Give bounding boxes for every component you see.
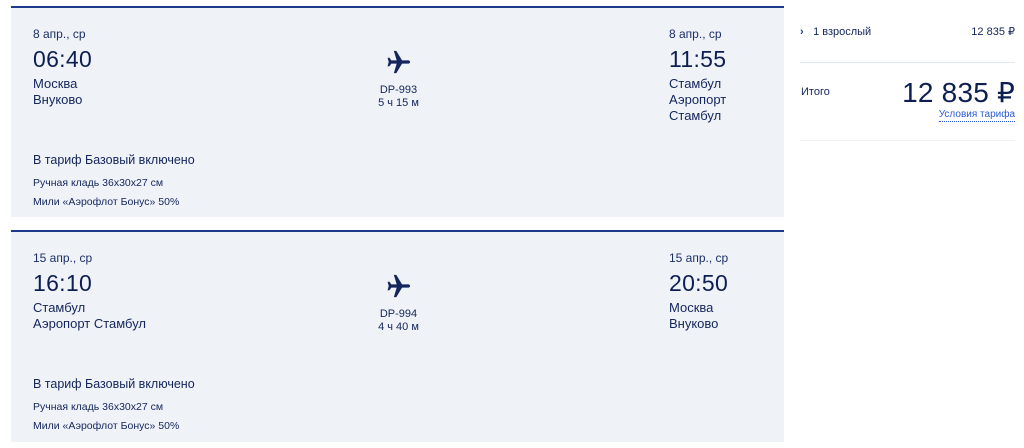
airplane-icon <box>387 50 410 74</box>
divider <box>800 140 1015 141</box>
flight-number: DP-994 <box>379 308 418 320</box>
arrival-airport: Аэропорт Стамбул <box>669 92 727 123</box>
arrival-block: 8 апр., ср 11:55 Стамбул Аэропорт Стамбу… <box>669 27 779 124</box>
tariff-item-miles: Мили «Аэрофлот Бонус» 50% <box>33 196 180 208</box>
flight-segment: DP-994 4 ч 40 м <box>341 272 456 334</box>
passenger-label: 1 взрослый <box>813 26 872 38</box>
departure-block: 15 апр., ср 16:10 Стамбул Аэропорт Стамб… <box>33 251 233 332</box>
chevron-right-icon[interactable]: › <box>800 24 810 40</box>
departure-date: 15 апр., ср <box>33 251 93 265</box>
total-label: Итого <box>801 86 830 98</box>
arrival-airport: Внуково <box>669 316 719 331</box>
arrival-time: 11:55 <box>669 46 727 72</box>
flight-number: DP-993 <box>379 84 418 96</box>
tariff-conditions-link[interactable]: Условия тарифа <box>938 109 1015 122</box>
total-price: 12 835 ₽ <box>902 77 1015 108</box>
arrival-city: Стамбул <box>669 76 722 91</box>
departure-airport: Аэропорт Стамбул <box>33 316 147 331</box>
arrival-city: Москва <box>669 300 714 315</box>
departure-city: Москва <box>33 76 78 91</box>
flight-duration: 5 ч 15 м <box>378 97 419 109</box>
tariff-item-baggage: Ручная кладь 36x30x27 см <box>33 177 164 189</box>
airplane-icon <box>387 274 410 298</box>
departure-city: Стамбул <box>33 300 86 315</box>
arrival-block: 15 апр., ср 20:50 Москва Внуково <box>669 251 779 332</box>
tariff-item-miles: Мили «Аэрофлот Бонус» 50% <box>33 420 180 432</box>
arrival-date: 8 апр., ср <box>669 27 722 41</box>
price-summary: › 1 взрослый 12 835 ₽ Итого 12 835 ₽ Усл… <box>800 0 1024 448</box>
departure-date: 8 апр., ср <box>33 27 86 41</box>
passenger-row[interactable]: › 1 взрослый 12 835 ₽ <box>800 24 1015 40</box>
tariff-info: В тариф Базовый включено Ручная кладь 36… <box>33 152 433 209</box>
departure-airport: Внуково <box>33 92 83 107</box>
passenger-price: 12 835 ₽ <box>971 26 1015 38</box>
arrival-time: 20:50 <box>669 270 729 296</box>
flight-card-outbound: 8 апр., ср 06:40 Москва Внуково DP-993 5… <box>11 6 784 217</box>
departure-time: 06:40 <box>33 46 93 72</box>
departure-block: 8 апр., ср 06:40 Москва Внуково <box>33 27 233 108</box>
departure-time: 16:10 <box>33 270 93 296</box>
tariff-info: В тариф Базовый включено Ручная кладь 36… <box>33 376 433 433</box>
arrival-date: 15 апр., ср <box>669 251 729 265</box>
tariff-title: В тариф Базовый включено <box>33 377 195 391</box>
flight-card-return: 15 апр., ср 16:10 Стамбул Аэропорт Стамб… <box>11 230 784 442</box>
flight-segment: DP-993 5 ч 15 м <box>341 48 456 110</box>
flight-duration: 4 ч 40 м <box>378 321 419 333</box>
tariff-item-baggage: Ручная кладь 36x30x27 см <box>33 401 164 413</box>
divider <box>800 62 1015 63</box>
tariff-title: В тариф Базовый включено <box>33 153 195 167</box>
